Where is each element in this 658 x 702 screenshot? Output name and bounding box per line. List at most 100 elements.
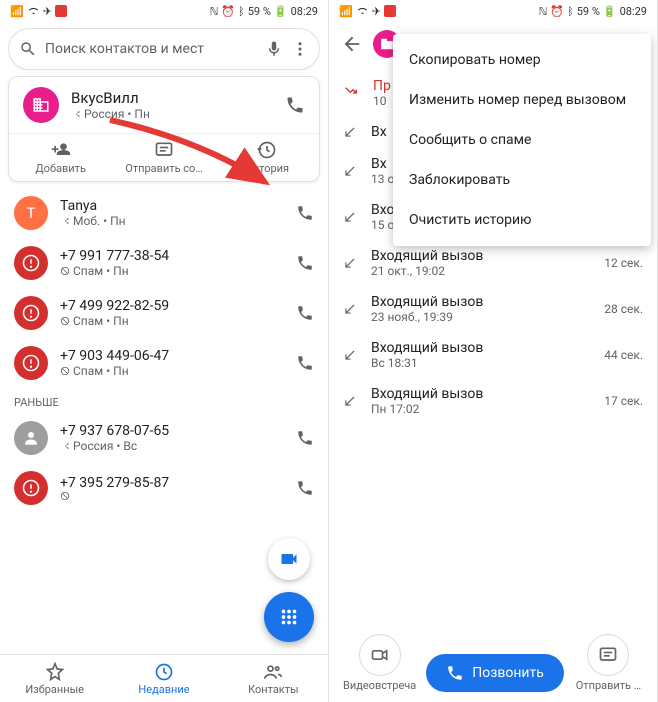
- time-text: 08:29: [620, 5, 647, 18]
- battery-icon: 🔋: [603, 5, 617, 18]
- call-history-row[interactable]: Входящий вызов Вс 18:31 44 сек.: [329, 332, 657, 378]
- time-text: 08:29: [291, 5, 318, 18]
- row-avatar: [14, 296, 48, 330]
- fab-container: [264, 538, 314, 642]
- card-actions: Добавить Отправить со… История: [9, 133, 319, 181]
- search-icon: [19, 40, 37, 58]
- telegram-icon: ✈: [43, 5, 52, 18]
- menu-item[interactable]: Изменить номер перед вызовом: [393, 80, 651, 120]
- call-icon[interactable]: [296, 479, 314, 497]
- call-duration: 17 сек.: [604, 394, 643, 408]
- row-title: +7 991 777-38-54: [60, 248, 284, 264]
- call-date: Пн 17:02: [371, 402, 590, 416]
- history-icon: [257, 140, 277, 160]
- call-direction-icon: [343, 164, 357, 178]
- row-sub: [60, 491, 284, 501]
- row-avatar: [14, 471, 48, 505]
- context-menu: Скопировать номерИзменить номер перед вы…: [393, 34, 651, 246]
- person-add-icon: [51, 140, 71, 160]
- call-duration: 12 сек.: [604, 256, 643, 270]
- call-icon[interactable]: [296, 429, 314, 447]
- alarm-icon: ⏰: [550, 5, 564, 18]
- row-title: +7 395 279-85-87: [60, 475, 284, 491]
- call-direction-icon: [343, 302, 357, 316]
- call-type: Входящий вызов: [371, 248, 590, 264]
- wifi-icon: [356, 6, 369, 16]
- nav-recent[interactable]: Недавние: [109, 655, 218, 702]
- dialpad-fab[interactable]: [264, 592, 314, 642]
- call-icon[interactable]: [296, 354, 314, 372]
- search-placeholder: Поиск контактов и мест: [45, 41, 257, 57]
- menu-item[interactable]: Скопировать номер: [393, 40, 651, 80]
- nfc-icon: ℕ: [210, 5, 219, 18]
- call-row[interactable]: T Tanya Моб. • Пн: [0, 188, 328, 238]
- search-bar[interactable]: Поиск контактов и мест: [8, 28, 320, 70]
- row-avatar: T: [14, 196, 48, 230]
- nav-contacts[interactable]: Контакты: [219, 655, 328, 702]
- add-contact-button[interactable]: Добавить: [9, 134, 112, 181]
- call-icon[interactable]: [285, 95, 305, 115]
- call-history-row[interactable]: Входящий вызов Пн 17:02 17 сек.: [329, 378, 657, 424]
- call-duration: 28 сек.: [604, 302, 643, 316]
- call-row[interactable]: +7 937 678-07-65 Россия • Вс: [0, 413, 328, 463]
- app-icon: [55, 5, 67, 17]
- call-button[interactable]: Позвонить: [426, 654, 564, 692]
- bottom-actions: Видеовстреча Позвонить Отправить …: [329, 626, 657, 700]
- battery-text: 59 %: [577, 5, 600, 18]
- call-duration: 44 сек.: [604, 348, 643, 362]
- row-title: Tanya: [60, 198, 284, 214]
- call-row[interactable]: +7 499 922-82-59 Спам • Пн: [0, 288, 328, 338]
- video-call-button[interactable]: Видеовстреча: [343, 634, 416, 692]
- menu-item[interactable]: Сообщить о спаме: [393, 120, 651, 160]
- nav-favorites[interactable]: Избранные: [0, 655, 109, 702]
- call-history-row[interactable]: Входящий вызов 21 окт., 19:02 12 сек.: [329, 240, 657, 286]
- call-row[interactable]: +7 903 449-06-47 Спам • Пн: [0, 338, 328, 388]
- menu-item[interactable]: Заблокировать: [393, 160, 651, 200]
- call-direction-icon: [343, 348, 357, 362]
- menu-item[interactable]: Очистить историю: [393, 200, 651, 240]
- row-sub: Моб. • Пн: [60, 214, 284, 228]
- wifi-icon: [27, 6, 40, 16]
- contact-card: ВкусВилл Россия • Пн Добавить: [8, 76, 320, 182]
- call-icon[interactable]: [296, 204, 314, 222]
- row-title: +7 937 678-07-65: [60, 423, 284, 439]
- message-button[interactable]: Отправить …: [574, 634, 643, 692]
- call-direction-icon: [343, 125, 357, 139]
- call-icon[interactable]: [296, 254, 314, 272]
- send-message-button[interactable]: Отправить со…: [112, 134, 215, 181]
- row-title: +7 903 449-06-47: [60, 348, 284, 364]
- card-header[interactable]: ВкусВилл Россия • Пн: [9, 77, 319, 133]
- row-avatar: [14, 346, 48, 380]
- phone-left: 📶 ✈ ℕ ⏰ ᛒ 59 % 🔋 08:29 Поиск контактов и…: [0, 0, 329, 702]
- mic-icon[interactable]: [265, 40, 283, 58]
- phone-right: 📶 ✈ ℕ ⏰ ᛒ 59 % 🔋 08:29 Скопировать номер…: [329, 0, 658, 702]
- row-sub: Россия • Вс: [60, 439, 284, 453]
- call-row[interactable]: +7 395 279-85-87: [0, 463, 328, 513]
- call-type: Входящий вызов: [371, 386, 590, 402]
- call-direction-icon: [343, 394, 357, 408]
- bluetooth-icon: ᛒ: [567, 5, 574, 18]
- signal-icon: 📶: [339, 5, 353, 18]
- call-row[interactable]: +7 991 777-38-54 Спам • Пн: [0, 238, 328, 288]
- signal-icon: 📶: [10, 5, 24, 18]
- contact-name: ВкусВилл: [71, 89, 273, 107]
- call-type: Входящий вызов: [371, 340, 590, 356]
- status-bar: 📶 ✈ ℕ ⏰ ᛒ 59 % 🔋 08:29: [329, 0, 657, 22]
- row-avatar: [14, 246, 48, 280]
- call-type: Входящий вызов: [371, 294, 590, 310]
- telegram-icon: ✈: [372, 5, 381, 18]
- more-icon[interactable]: [291, 40, 309, 58]
- row-sub: Спам • Пн: [60, 364, 284, 378]
- call-history-row[interactable]: Входящий вызов 23 нояб., 19:39 28 сек.: [329, 286, 657, 332]
- call-date: Вс 18:31: [371, 356, 590, 370]
- earlier-calls-list: +7 937 678-07-65 Россия • Вс +7 395 279-…: [0, 413, 328, 513]
- nfc-icon: ℕ: [539, 5, 548, 18]
- row-avatar: [14, 421, 48, 455]
- call-icon[interactable]: [296, 304, 314, 322]
- video-fab[interactable]: [268, 538, 310, 580]
- section-earlier: РАНЬШЕ: [0, 388, 328, 413]
- recent-calls-list: T Tanya Моб. • Пн +7 991 777-38-54 Спам …: [0, 188, 328, 388]
- history-button[interactable]: История: [216, 134, 319, 181]
- back-icon[interactable]: [341, 33, 363, 55]
- row-title: +7 499 922-82-59: [60, 298, 284, 314]
